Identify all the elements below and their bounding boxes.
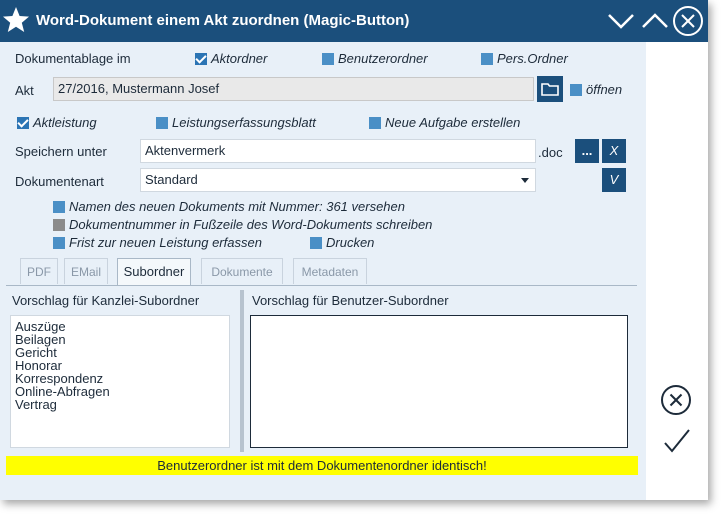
action-pane [646, 42, 708, 500]
tab-email[interactable]: EMail [64, 258, 108, 284]
benutzerordner-label[interactable]: Benutzerordner [338, 51, 428, 66]
tab-dokumente[interactable]: Dokumente [201, 258, 283, 284]
fusszeile-checkbox[interactable] [53, 219, 65, 231]
aufgabe-checkbox[interactable] [369, 117, 381, 129]
persordner-label[interactable]: Pers.Ordner [497, 51, 568, 66]
folder-icon[interactable] [537, 76, 563, 102]
dokumentenart-select[interactable]: Standard [140, 168, 536, 192]
clear-filename-button[interactable]: X [602, 139, 626, 163]
ablage-label: Dokumentablage im [15, 51, 131, 66]
kanzlei-subordner-list[interactable]: Auszüge Beilagen Gericht Honorar Korresp… [10, 315, 230, 448]
chevron-up-icon[interactable] [639, 5, 671, 37]
title-bar: Word-Dokument einem Akt zuordnen (Magic-… [0, 0, 708, 42]
benutzer-subordner-list[interactable] [250, 315, 628, 448]
confirm-type-button[interactable]: V [602, 168, 626, 192]
akt-label: Akt [15, 83, 34, 98]
window-title: Word-Dokument einem Akt zuordnen (Magic-… [36, 12, 410, 29]
close-icon[interactable] [672, 5, 704, 37]
benutzerordner-checkbox[interactable] [322, 53, 334, 65]
drucken-label[interactable]: Drucken [326, 235, 374, 250]
drucken-checkbox[interactable] [310, 237, 322, 249]
list-item[interactable]: Vertrag [11, 398, 229, 411]
browse-button[interactable]: ... [575, 139, 599, 163]
aktleistung-checkbox[interactable] [17, 117, 29, 129]
leistungsblatt-checkbox[interactable] [156, 117, 168, 129]
chevron-down-icon[interactable] [605, 5, 637, 37]
aktleistung-label[interactable]: Aktleistung [33, 115, 97, 130]
benutzer-subordner-label: Vorschlag für Benutzer-Subordner [252, 293, 449, 308]
nummer-label[interactable]: Namen des neuen Dokuments mit Nummer: 36… [69, 199, 405, 214]
speichern-label: Speichern unter [15, 144, 107, 159]
leistungsblatt-label[interactable]: Leistungserfassungsblatt [172, 115, 316, 130]
nummer-checkbox[interactable] [53, 201, 65, 213]
kanzlei-subordner-label: Vorschlag für Kanzlei-Subordner [12, 293, 200, 308]
persordner-checkbox[interactable] [481, 53, 493, 65]
frist-checkbox[interactable] [53, 237, 65, 249]
aktordner-label[interactable]: Aktordner [211, 51, 267, 66]
dokumentenart-value: Standard [145, 172, 198, 187]
oeffnen-label[interactable]: öffnen [586, 82, 622, 97]
dokumentenart-label: Dokumentenart [15, 174, 104, 189]
tab-divider [6, 285, 637, 286]
fusszeile-label[interactable]: Dokumentnummer in Fußzeile des Word-Doku… [69, 217, 432, 232]
aufgabe-label[interactable]: Neue Aufgabe erstellen [385, 115, 520, 130]
file-extension: .doc [538, 145, 563, 160]
checkmark-icon[interactable] [662, 426, 692, 456]
tab-subordner[interactable]: Subordner [117, 258, 191, 286]
dialog-window: Word-Dokument einem Akt zuordnen (Magic-… [0, 0, 708, 500]
aktordner-checkbox[interactable] [195, 53, 207, 65]
oeffnen-checkbox[interactable] [570, 84, 582, 96]
akt-field[interactable]: 27/2016, Mustermann Josef [53, 77, 534, 101]
tab-metadaten[interactable]: Metadaten [293, 258, 367, 284]
tab-pdf[interactable]: PDF [20, 258, 58, 284]
star-icon [3, 7, 29, 32]
cancel-circle-icon[interactable] [660, 384, 692, 416]
filename-input[interactable]: Aktenvermerk [140, 139, 536, 163]
frist-label[interactable]: Frist zur neuen Leistung erfassen [69, 235, 262, 250]
panel-splitter[interactable] [240, 290, 244, 452]
dropdown-arrow-icon [521, 178, 529, 183]
status-message: Benutzerordner ist mit dem Dokumentenord… [6, 456, 638, 475]
